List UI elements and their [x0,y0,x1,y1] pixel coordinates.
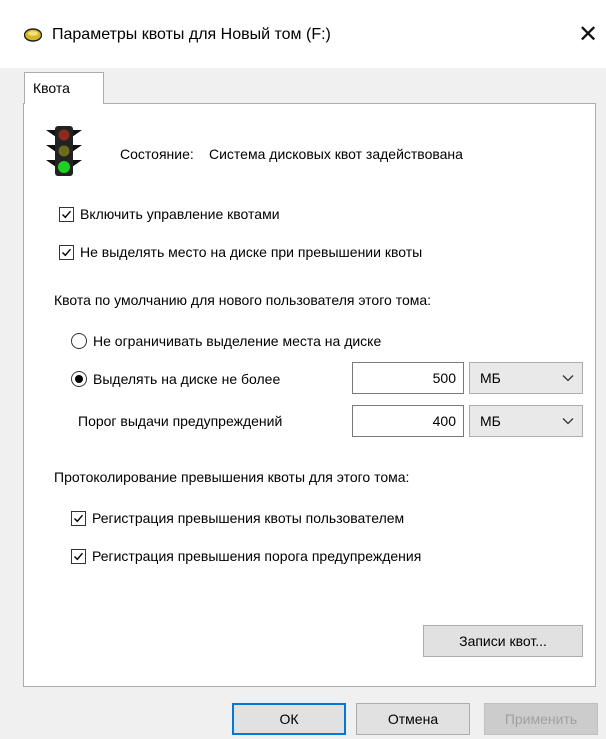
limit-label[interactable]: Выделять на диске не более [93,369,280,389]
limit-radio[interactable] [71,371,87,387]
ok-button[interactable]: ОК [232,703,346,735]
radio-dot [75,375,83,383]
status-label: Состояние: [120,146,194,162]
deny-space-label[interactable]: Не выделять место на диске при превышени… [80,242,422,262]
window-title: Параметры квоты для Новый том (F:) [52,26,331,43]
quota-tab-panel: Состояние: Система дисковых квот задейст… [23,103,596,687]
title-bar: Параметры квоты для Новый том (F:) ✕ [0,0,606,68]
limit-unit-select[interactable]: МБ [469,362,583,394]
warning-value-input[interactable]: 400 [352,405,464,437]
chevron-down-icon [562,375,574,382]
checkmark-icon [62,248,72,257]
disk-drive-icon [24,28,42,42]
close-button[interactable]: ✕ [571,18,605,52]
log-warning-label[interactable]: Регистрация превышения порога предупрежд… [92,546,421,566]
checkmark-icon [62,210,72,219]
log-limit-label[interactable]: Регистрация превышения квоты пользовател… [92,508,404,528]
limit-unit-value: МБ [480,370,501,386]
no-limit-radio[interactable] [71,333,87,349]
chevron-down-icon [562,418,574,425]
warning-unit-select[interactable]: МБ [469,405,583,437]
no-limit-label[interactable]: Не ограничивать выделение места на диске [93,331,381,351]
log-limit-checkbox[interactable] [71,511,86,526]
limit-value-input[interactable]: 500 [352,362,464,394]
warning-label: Порог выдачи предупреждений [78,413,283,429]
warning-unit-value: МБ [480,413,501,429]
status-value: Система дисковых квот задействована [209,146,463,162]
log-warning-checkbox[interactable] [71,549,86,564]
default-quota-heading: Квота по умолчанию для нового пользовате… [54,292,432,308]
quota-settings-dialog: Параметры квоты для Новый том (F:) ✕ Кво… [0,0,606,739]
checkmark-icon [74,514,84,523]
enable-quota-label[interactable]: Включить управление квотами [80,204,280,224]
close-icon: ✕ [577,21,599,48]
apply-button[interactable]: Применить [484,703,598,735]
checkmark-icon [74,552,84,561]
tab-quota[interactable]: Квота [24,72,104,104]
enable-quota-checkbox[interactable] [59,207,74,222]
logging-heading: Протоколирование превышения квоты для эт… [54,469,410,485]
traffic-light-icon [46,126,82,176]
quota-entries-button[interactable]: Записи квот... [423,625,583,657]
deny-space-checkbox[interactable] [59,245,74,260]
cancel-button[interactable]: Отмена [356,703,470,735]
